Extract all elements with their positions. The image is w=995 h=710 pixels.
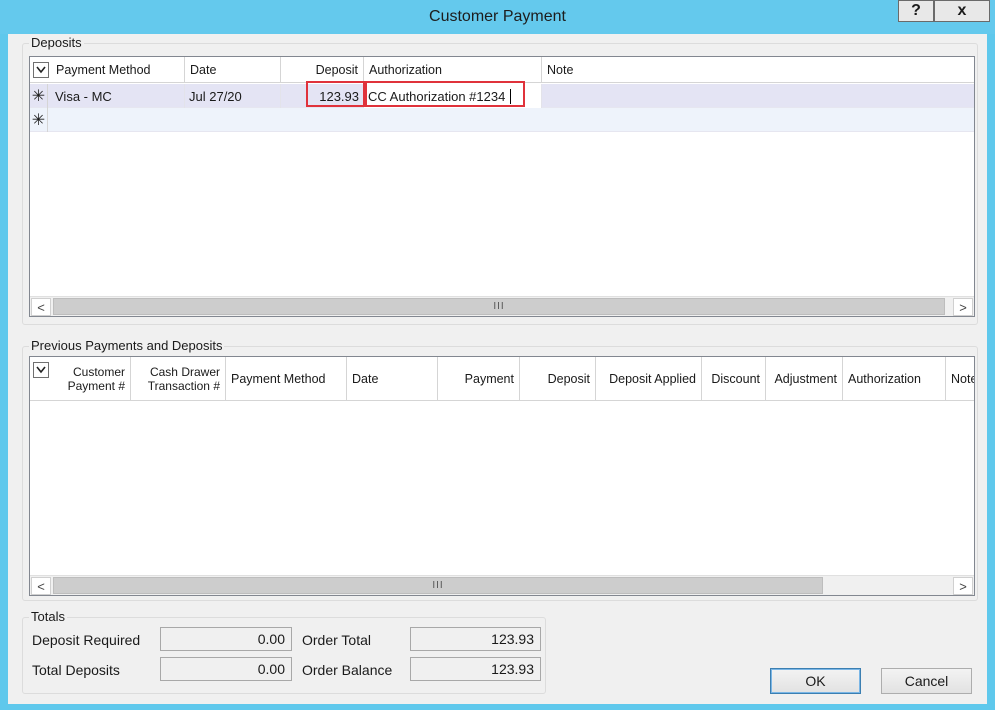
scroll-right-button[interactable]: >	[953, 577, 973, 595]
asterisk-icon: ✳	[30, 84, 48, 108]
column-chooser-button[interactable]	[33, 62, 49, 78]
help-button[interactable]: ?	[898, 0, 934, 22]
scroll-thumb[interactable]: III	[53, 577, 823, 594]
date-cell[interactable]: Jul 27/20	[185, 84, 281, 108]
ok-button[interactable]: OK	[770, 668, 861, 694]
scroll-left-button[interactable]: <	[31, 577, 51, 595]
scroll-thumb[interactable]: III	[53, 298, 945, 315]
column-header-authorization[interactable]: Authorization	[843, 357, 946, 401]
deposit-highlight-box	[306, 81, 365, 107]
deposits-grid-header: Payment Method Date Deposit Authorizatio…	[30, 57, 974, 83]
order-total-field: 123.93	[410, 627, 541, 651]
column-header-discount[interactable]: Discount	[702, 357, 766, 401]
column-header-note[interactable]: Note	[542, 57, 974, 83]
total-deposits-label: Total Deposits	[32, 662, 120, 678]
title-bar: Customer Payment ? x	[0, 0, 995, 34]
scroll-right-button[interactable]: >	[953, 298, 973, 316]
column-header-line: Payment #	[67, 379, 125, 393]
dialog-body: Deposits Payment Method Date Deposit Aut…	[8, 34, 987, 704]
chevron-down-icon	[36, 366, 46, 374]
column-header-date[interactable]: Date	[347, 357, 438, 401]
column-header-authorization[interactable]: Authorization	[364, 57, 542, 83]
previous-payments-horizontal-scrollbar[interactable]: < III >	[30, 575, 974, 595]
column-chooser-button[interactable]	[33, 362, 49, 378]
asterisk-icon: ✳	[30, 108, 48, 132]
column-header-note[interactable]: Note	[946, 357, 974, 401]
column-header-cash-drawer[interactable]: Cash Drawer Transaction #	[131, 357, 226, 401]
scroll-left-button[interactable]: <	[31, 298, 51, 316]
column-header-line: Transaction #	[147, 379, 220, 393]
chevron-down-icon	[36, 66, 46, 74]
column-header-payment-method[interactable]: Payment Method	[226, 357, 347, 401]
close-button[interactable]: x	[934, 0, 990, 22]
column-header-customer-payment[interactable]: Customer Payment #	[51, 357, 131, 401]
deposit-required-field: 0.00	[160, 627, 292, 651]
deposits-horizontal-scrollbar[interactable]: < III >	[30, 296, 974, 316]
order-total-label: Order Total	[302, 632, 371, 648]
column-header-deposit[interactable]: Deposit	[520, 357, 596, 401]
previous-payments-grid-header: Customer Payment # Cash Drawer Transacti…	[30, 357, 974, 401]
column-header-adjustment[interactable]: Adjustment	[766, 357, 843, 401]
previous-payments-group-label: Previous Payments and Deposits	[29, 338, 225, 353]
column-header-payment-method[interactable]: Payment Method	[51, 57, 185, 83]
payment-method-cell[interactable]: Visa - MC	[51, 84, 185, 108]
order-balance-label: Order Balance	[302, 662, 393, 678]
order-balance-field: 123.93	[410, 657, 541, 681]
column-header-line: Cash Drawer	[149, 365, 220, 379]
deposit-required-label: Deposit Required	[32, 632, 141, 648]
totals-group-label: Totals	[29, 609, 67, 624]
note-cell[interactable]	[542, 84, 974, 108]
column-header-deposit[interactable]: Deposit	[281, 57, 364, 83]
total-deposits-field: 0.00	[160, 657, 292, 681]
authorization-highlight-box	[365, 81, 525, 107]
cancel-button[interactable]: Cancel	[881, 668, 972, 694]
previous-payments-grid[interactable]: Customer Payment # Cash Drawer Transacti…	[29, 356, 975, 596]
column-header-line: Customer	[72, 365, 125, 379]
column-header-date[interactable]: Date	[185, 57, 281, 83]
column-header-deposit-applied[interactable]: Deposit Applied	[596, 357, 702, 401]
window-title: Customer Payment	[429, 8, 566, 25]
column-header-payment[interactable]: Payment	[438, 357, 520, 401]
deposits-group-label: Deposits	[29, 35, 84, 50]
new-row[interactable]: ✳	[30, 108, 974, 132]
